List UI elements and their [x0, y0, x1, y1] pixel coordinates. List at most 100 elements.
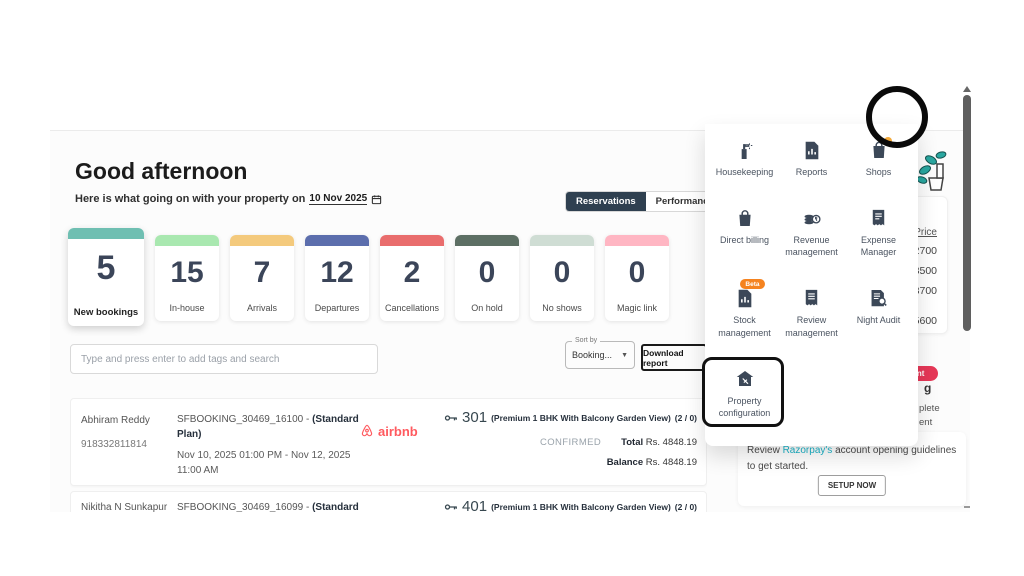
scrollbar: [961, 86, 973, 512]
scrollbar-thumb[interactable]: [963, 95, 971, 331]
guest-phone: 918332811814: [81, 439, 147, 450]
app-item-stock-management[interactable]: Beta Stock management: [711, 288, 778, 338]
property-configuration-icon: [736, 369, 754, 389]
channel-name: airbnb: [378, 424, 418, 439]
room-number: 401: [462, 498, 487, 512]
stat-value: 15: [155, 256, 219, 290]
stat-label: Arrivals: [230, 303, 294, 313]
bookings-list: Abhiram Reddy 918332811814 SFBOOKING_304…: [70, 398, 707, 512]
booking-row[interactable]: Abhiram Reddy 918332811814 SFBOOKING_304…: [70, 398, 707, 486]
sort-by-dropdown[interactable]: Sort by Booking... ▼: [565, 341, 635, 369]
plant-illustration: [915, 148, 953, 192]
review-management-icon: [804, 288, 819, 308]
booking-status-line: CONFIRMED Total Rs. 4848.19: [540, 437, 697, 448]
stat-label: Departures: [305, 303, 369, 313]
shops-icon: [871, 140, 887, 160]
tab-reservations[interactable]: Reservations: [566, 192, 646, 211]
airbnb-belo-icon: [359, 423, 375, 439]
app-item-reports[interactable]: Reports: [778, 140, 845, 178]
balance-line: Balance Rs. 4848.19: [607, 457, 697, 468]
occluded-text-fragment: ent: [919, 417, 932, 428]
scrollbar-down-hint[interactable]: [964, 506, 970, 508]
app-item-night-audit[interactable]: Night Audit: [845, 288, 912, 338]
booking-id: SFBOOKING_30469_16100 -: [177, 414, 309, 425]
expense-manager-icon: [871, 208, 886, 228]
stat-label: On hold: [455, 303, 519, 313]
stat-card-in-house[interactable]: 15 In-house: [155, 235, 219, 321]
night-audit-icon: [870, 288, 887, 308]
housekeeping-icon: [736, 140, 753, 160]
scrollbar-up-arrow[interactable]: [963, 86, 971, 92]
setup-now-button[interactable]: SETUP NOW: [818, 475, 886, 496]
app-item-review-management[interactable]: Review management: [778, 288, 845, 338]
occluded-text-fragment: g: [924, 381, 931, 395]
stats-cards-row: 5 New bookings 15 In-house 7 Arrivals 12…: [68, 228, 669, 326]
total-value: Rs. 4848.19: [646, 437, 697, 448]
room-type: (Premium 1 BHK With Balcony Garden View): [491, 502, 671, 512]
stat-label: Magic link: [605, 303, 669, 313]
stat-label: No shows: [530, 303, 594, 313]
status-badge: CONFIRMED: [540, 437, 601, 448]
stat-card-cancellations[interactable]: 2 Cancellations: [380, 235, 444, 321]
app-item-revenue-management[interactable]: Revenue management: [778, 208, 845, 258]
stat-value: 0: [605, 256, 669, 290]
stat-label: Cancellations: [380, 303, 444, 313]
room-info: 301 (Premium 1 BHK With Balcony Garden V…: [444, 409, 697, 426]
razorpay-link[interactable]: Razorpay's: [783, 445, 833, 456]
booking-id: SFBOOKING_30469_16099 -: [177, 502, 309, 512]
room-occupancy: (2 / 0): [675, 413, 697, 423]
channel-airbnb-logo: airbnb: [359, 423, 418, 439]
room-occupancy: (2 / 0): [675, 502, 697, 512]
stat-card-arrivals[interactable]: 7 Arrivals: [230, 235, 294, 321]
room-number: 301: [462, 409, 487, 426]
view-toggle: Reservations Performance: [565, 191, 725, 212]
guest-name: Abhiram Reddy: [81, 415, 150, 426]
greeting-subtitle: Here is what going on with your property…: [75, 193, 382, 205]
app-item-shops[interactable]: Shops: [845, 140, 912, 178]
stat-value: 0: [455, 256, 519, 290]
download-report-button[interactable]: Download report: [641, 344, 707, 371]
balance-label: Balance: [607, 457, 643, 468]
stat-value: 7: [230, 256, 294, 290]
stat-card-no-shows[interactable]: 0 No shows: [530, 235, 594, 321]
revenue-management-icon: [803, 208, 821, 228]
date-picker-value[interactable]: 10 Nov 2025: [309, 193, 367, 205]
apps-dropdown-panel: Housekeeping Reports Shops Direct billin…: [705, 124, 918, 446]
date-calendar-icon[interactable]: [371, 194, 382, 205]
key-icon: [444, 413, 458, 423]
stat-value: 12: [305, 256, 369, 290]
page-title: Good afternoon: [75, 158, 247, 185]
room-type: (Premium 1 BHK With Balcony Garden View): [491, 413, 671, 423]
shops-notification-dot: [884, 137, 892, 145]
key-icon: [444, 502, 458, 512]
booking-row[interactable]: Nikitha N Sunkapur SFBOOKING_30469_16099…: [70, 491, 707, 512]
stat-label: In-house: [155, 303, 219, 313]
booking-dates: Nov 10, 2025 01:00 PM - Nov 12, 2025 11:…: [177, 448, 359, 478]
guest-name: Nikitha N Sunkapur: [81, 502, 167, 512]
stat-value: 0: [530, 256, 594, 290]
reports-icon: [804, 140, 820, 160]
sort-by-value: Booking...: [572, 350, 612, 360]
stat-card-new-bookings[interactable]: 5 New bookings: [68, 228, 144, 326]
stat-card-magic-link[interactable]: 0 Magic link: [605, 235, 669, 321]
chevron-down-icon: ▼: [621, 352, 628, 359]
direct-billing-icon: [737, 208, 753, 228]
booking-id-block: SFBOOKING_30469_16099 - (Standard Plan): [177, 500, 359, 512]
stat-card-on-hold[interactable]: 0 On hold: [455, 235, 519, 321]
room-info: 401 (Premium 1 BHK With Balcony Garden V…: [444, 498, 697, 512]
app-item-direct-billing[interactable]: Direct billing: [711, 208, 778, 258]
total-label: Total: [621, 437, 643, 448]
app-item-property-configuration[interactable]: Property configuration: [711, 369, 778, 419]
razorpay-guidelines-text: Review Razorpay's account opening guidel…: [747, 443, 957, 474]
app-item-expense-manager[interactable]: Expense Manager: [845, 208, 912, 258]
stat-label: New bookings: [68, 307, 144, 318]
sort-by-label: Sort by: [572, 337, 600, 344]
occluded-text-fragment: plete: [919, 403, 940, 414]
beta-badge: Beta: [740, 279, 764, 289]
stat-card-departures[interactable]: 12 Departures: [305, 235, 369, 321]
app-item-housekeeping[interactable]: Housekeeping: [711, 140, 778, 178]
stock-management-icon: Beta: [737, 288, 753, 308]
booking-id-block: SFBOOKING_30469_16100 - (Standard Plan) …: [177, 412, 359, 478]
tags-search-input[interactable]: [70, 344, 378, 374]
balance-value: Rs. 4848.19: [646, 457, 697, 468]
